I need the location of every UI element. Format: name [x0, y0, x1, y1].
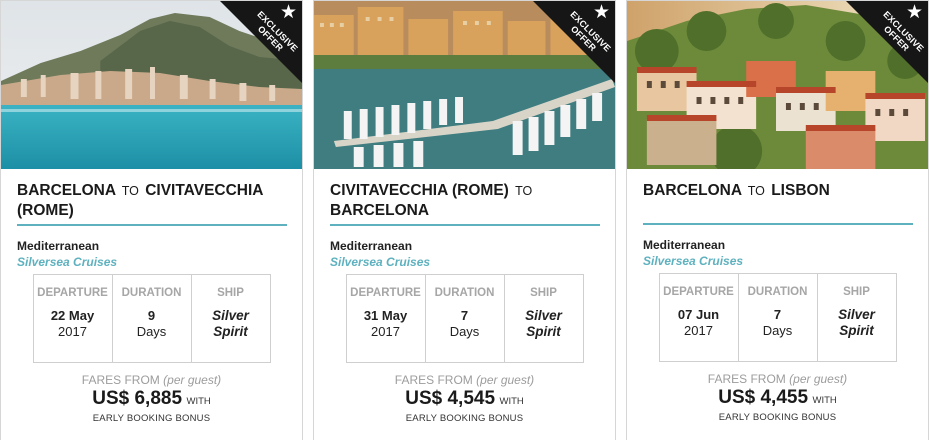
voyage-details-table: DEPARTURE 07 Jun 2017 DURATION 7 Days SH…: [658, 273, 897, 362]
route-title[interactable]: BARCELONA TO LISBON: [643, 181, 912, 219]
star-icon: ★: [279, 2, 297, 23]
divider: [643, 223, 913, 225]
route-to: LISBON: [771, 182, 830, 199]
route-to: BARCELONA: [330, 202, 430, 219]
departure-header: DEPARTURE: [350, 287, 421, 299]
duration-cell: DURATION 7 Days: [426, 275, 505, 362]
per-guest-text: (per guest): [789, 372, 848, 386]
fares-label: FARES FROM (per guest): [627, 372, 928, 386]
ship-header: SHIP: [843, 286, 870, 298]
departure-header: DEPARTURE: [663, 286, 734, 298]
cruise-line-link[interactable]: Silversea Cruises: [330, 255, 599, 269]
duration-unit: Days: [136, 324, 167, 339]
duration-header: DURATION: [121, 287, 182, 299]
route-to-word: TO: [515, 184, 533, 198]
cruise-offer-list: ★ EXCLUSIVE OFFER BARCELONA TO CIVITAVECC…: [0, 0, 936, 440]
early-booking-bonus: EARLY BOOKING BONUS: [718, 412, 837, 423]
cruise-card[interactable]: ★ EXCLUSIVE OFFER BARCELONA TO CIVITAVECC…: [0, 0, 303, 440]
ship-name-line2: Spirit: [839, 323, 874, 338]
price-with: WITH: [499, 396, 524, 407]
fares-from-text: FARES FROM: [394, 373, 473, 387]
departure-year: 2017: [684, 323, 713, 338]
ship-cell: SHIP Silver Spirit: [818, 274, 896, 361]
route-from: BARCELONA: [17, 182, 116, 199]
ship-name-line2: Spirit: [526, 324, 561, 339]
departure-year: 2017: [58, 324, 87, 339]
price-line: US$ 4,545 WITH: [314, 388, 615, 413]
cruise-card[interactable]: ★ EXCLUSIVE OFFER BARCELONA TO LISBON Med…: [626, 0, 929, 440]
cruise-card[interactable]: ★ EXCLUSIVE OFFER CIVITAVECCHIA (ROME) TO…: [313, 0, 616, 440]
route-from: BARCELONA: [643, 182, 742, 199]
ship-name-line1: Silver: [838, 307, 875, 322]
exclusive-offer-ribbon: ★ EXCLUSIVE OFFER: [846, 1, 928, 83]
departure-cell: DEPARTURE 07 Jun 2017: [660, 274, 739, 361]
ship-name-line2: Spirit: [213, 324, 248, 339]
route-title[interactable]: CIVITAVECCHIA (ROME) TO BARCELONA: [330, 181, 599, 220]
early-booking-bonus: EARLY BOOKING BONUS: [405, 413, 524, 424]
ship-cell: SHIP Silver Spirit: [192, 275, 270, 362]
ship-name-line1: Silver: [212, 308, 249, 323]
fares-from-text: FARES FROM: [707, 372, 786, 386]
cruise-line-link[interactable]: Silversea Cruises: [17, 255, 286, 269]
departure-cell: DEPARTURE 22 May 2017: [34, 275, 113, 362]
duration-unit: Days: [762, 323, 793, 338]
cruise-line-link[interactable]: Silversea Cruises: [643, 254, 912, 268]
ship-name-line1: Silver: [525, 308, 562, 323]
departure-date: 07 Jun: [677, 307, 720, 322]
fares-label: FARES FROM (per guest): [314, 373, 615, 387]
price-line: US$ 6,885 WITH: [1, 388, 302, 413]
cruise-photo-lisbon[interactable]: ★ EXCLUSIVE OFFER: [627, 1, 928, 169]
divider: [330, 224, 600, 226]
exclusive-offer-ribbon: ★ EXCLUSIVE OFFER: [533, 1, 615, 83]
early-booking-bonus: EARLY BOOKING BONUS: [92, 413, 211, 424]
fares-from-text: FARES FROM: [81, 373, 160, 387]
fares-label: FARES FROM (per guest): [1, 373, 302, 387]
price-with: WITH: [812, 395, 837, 406]
star-icon: ★: [905, 2, 923, 23]
duration-cell: DURATION 7 Days: [739, 274, 818, 361]
per-guest-text: (per guest): [476, 373, 535, 387]
duration-number: 7: [773, 307, 782, 322]
cruise-photo-monaco[interactable]: ★ EXCLUSIVE OFFER: [1, 1, 302, 169]
price-amount: US$ 6,885: [92, 388, 183, 409]
price-amount: US$ 4,455: [718, 387, 809, 408]
voyage-details-table: DEPARTURE 31 May 2017 DURATION 7 Days SH…: [345, 274, 584, 363]
route-to-word: TO: [121, 184, 139, 198]
duration-unit: Days: [449, 324, 480, 339]
region-label: Mediterranean: [17, 239, 100, 253]
divider: [17, 224, 287, 226]
duration-header: DURATION: [434, 287, 495, 299]
route-to-word: TO: [747, 184, 765, 198]
cruise-photo-marina[interactable]: ★ EXCLUSIVE OFFER: [314, 1, 615, 169]
departure-date: 22 May: [50, 308, 95, 323]
duration-number: 9: [147, 308, 156, 323]
ship-header: SHIP: [217, 287, 244, 299]
ship-header: SHIP: [530, 287, 557, 299]
duration-cell: DURATION 9 Days: [113, 275, 192, 362]
voyage-details-table: DEPARTURE 22 May 2017 DURATION 9 Days SH…: [32, 274, 271, 363]
route-title[interactable]: BARCELONA TO CIVITAVECCHIA (ROME): [17, 181, 286, 220]
duration-header: DURATION: [747, 286, 808, 298]
exclusive-offer-ribbon: ★ EXCLUSIVE OFFER: [220, 1, 302, 83]
route-from: CIVITAVECCHIA (ROME): [330, 182, 509, 199]
star-icon: ★: [592, 2, 610, 23]
departure-header: DEPARTURE: [37, 287, 108, 299]
departure-date: 31 May: [363, 308, 408, 323]
region-label: Mediterranean: [330, 239, 413, 253]
departure-cell: DEPARTURE 31 May 2017: [347, 275, 426, 362]
ship-cell: SHIP Silver Spirit: [505, 275, 583, 362]
price-with: WITH: [186, 396, 211, 407]
duration-number: 7: [460, 308, 469, 323]
departure-year: 2017: [371, 324, 400, 339]
per-guest-text: (per guest): [163, 373, 222, 387]
price-amount: US$ 4,545: [405, 388, 496, 409]
region-label: Mediterranean: [643, 238, 726, 252]
price-line: US$ 4,455 WITH: [627, 387, 928, 412]
